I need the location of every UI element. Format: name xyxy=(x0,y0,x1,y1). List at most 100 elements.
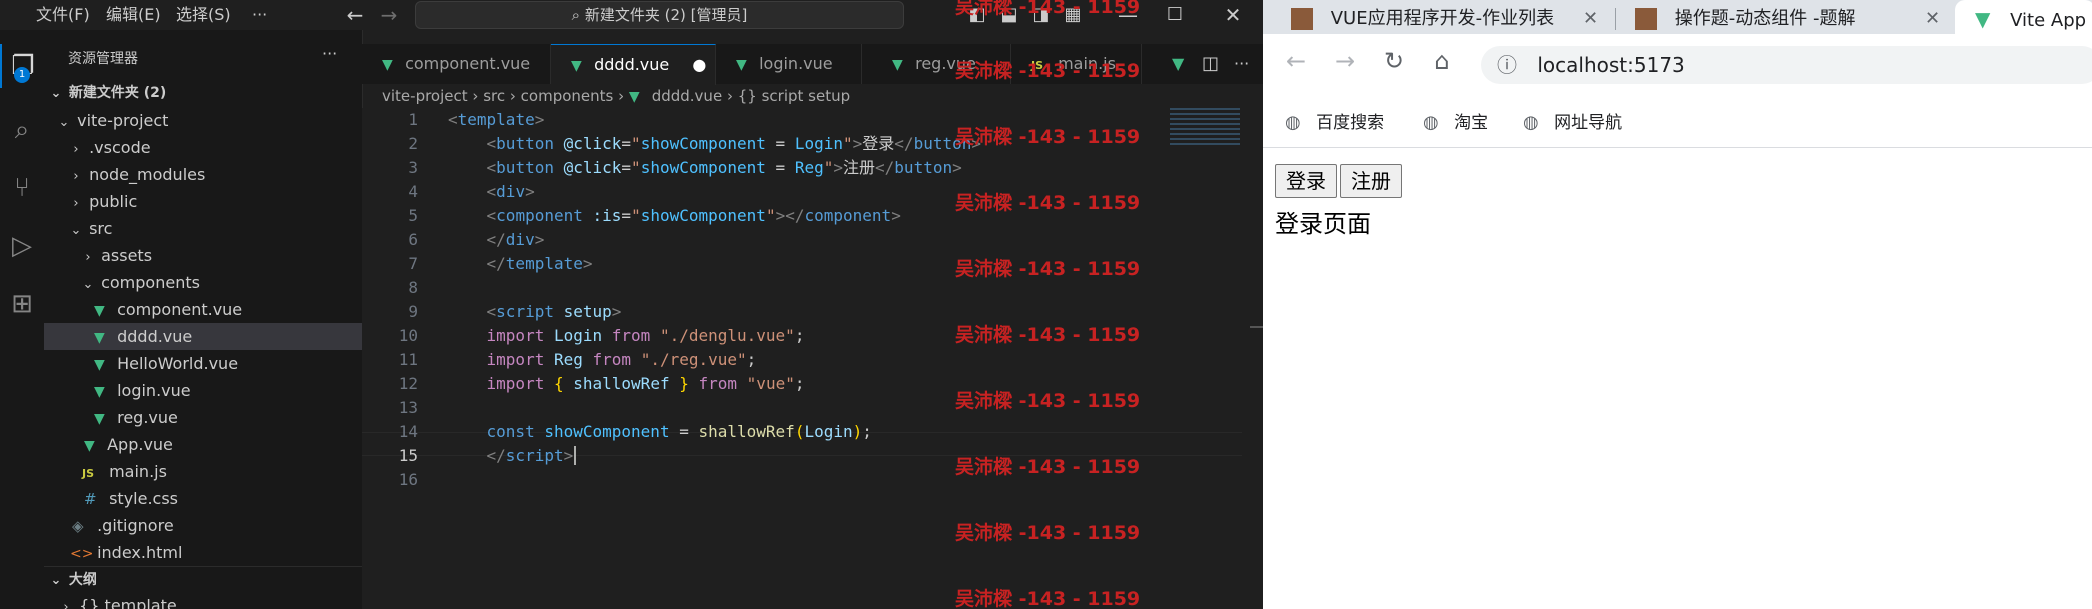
back-arrow-icon[interactable]: ← xyxy=(342,2,368,28)
globe-icon: ◍ xyxy=(1285,112,1301,133)
forward-arrow-icon[interactable]: → xyxy=(376,2,402,28)
vue-file-icon: ▼ xyxy=(892,57,903,73)
breadcrumb-item[interactable]: {} script setup xyxy=(738,87,850,105)
css-file-icon: # xyxy=(84,490,97,508)
breadcrumb-item[interactable]: dddd.vue xyxy=(652,87,722,105)
register-button[interactable]: 注册 xyxy=(1340,164,1402,198)
code-line: import Reg from "./reg.vue"; xyxy=(486,350,757,369)
tree-folder-components[interactable]: ⌄ components xyxy=(44,269,362,296)
code-line: import Login from "./denglu.vue"; xyxy=(486,326,805,345)
site-info-icon[interactable]: ⓘ xyxy=(1497,53,1517,77)
url-text: localhost:5173 xyxy=(1537,53,1685,77)
tree-file-index-html[interactable]: <> index.html xyxy=(44,539,362,566)
browser-tab-homework[interactable]: VUE应用程序开发-作业列表 xyxy=(1291,4,1554,34)
address-bar[interactable]: ⓘ localhost:5173 xyxy=(1481,46,2092,84)
tab-close-icon[interactable]: ✕ xyxy=(1925,4,1940,34)
explorer-more-button[interactable]: ··· xyxy=(322,44,337,63)
split-editor-icon[interactable]: ◫ xyxy=(1202,44,1232,84)
search-icon[interactable]: ⌕ xyxy=(0,108,44,152)
command-center-label: 新建文件夹 (2) [管理员] xyxy=(584,6,748,24)
line-number: 8 xyxy=(408,278,418,297)
watermark: 吴沛樑 -143 - 1159 xyxy=(955,60,1141,82)
menu-file[interactable]: 文件(F) xyxy=(36,4,90,26)
tab-login-vue[interactable]: ▼ login.vue xyxy=(716,44,862,84)
tree-folder-assets[interactable]: › assets xyxy=(44,242,362,269)
reload-icon[interactable]: ↻ xyxy=(1379,46,1409,76)
tree-file-helloworld-vue[interactable]: ▼ HelloWorld.vue xyxy=(44,350,362,377)
login-button[interactable]: 登录 xyxy=(1275,164,1337,198)
tree-file-main-js[interactable]: JS main.js xyxy=(44,458,362,485)
browser-tab-solution[interactable]: 操作题-动态组件 -题解 xyxy=(1635,4,1855,34)
line-number: 14 xyxy=(398,422,418,441)
tree-folder-vscode[interactable]: › .vscode xyxy=(44,134,362,161)
tab-component-vue[interactable]: ▼ component.vue xyxy=(362,44,551,84)
minimap[interactable] xyxy=(1170,108,1240,148)
explorer-sidebar: 资源管理器 ··· ⌄ 新建文件夹 (2) ⌄ vite-project › .… xyxy=(44,30,363,609)
command-center[interactable]: ⌕ 新建文件夹 (2) [管理员] xyxy=(415,1,904,29)
outline-section[interactable]: ⌄ 大纲 xyxy=(44,566,362,594)
back-arrow-icon[interactable]: ← xyxy=(1281,46,1311,76)
bookmark-taobao[interactable]: ◍ 淘宝 xyxy=(1423,110,1488,136)
chevron-down-icon: ⌄ xyxy=(70,223,82,238)
unsaved-dot-icon[interactable]: ● xyxy=(692,55,706,74)
vue-file-icon: ▼ xyxy=(628,89,640,105)
chevron-right-icon: › xyxy=(618,87,629,105)
tree-folder-public[interactable]: › public xyxy=(44,188,362,215)
tree-file-style-css[interactable]: # style.css xyxy=(44,485,362,512)
bookmark-baidu[interactable]: ◍ 百度搜索 xyxy=(1285,110,1384,136)
line-number: 7 xyxy=(408,254,418,273)
line-number: 9 xyxy=(408,302,418,321)
breadcrumb-item[interactable]: vite-project xyxy=(382,87,468,105)
chevron-right-icon: › xyxy=(73,142,79,157)
scrollbar[interactable] xyxy=(1250,326,1263,328)
tree-file-reg-vue[interactable]: ▼ reg.vue xyxy=(44,404,362,431)
extensions-icon[interactable]: ⊞ xyxy=(0,282,44,326)
open-preview-icon[interactable]: ▼ xyxy=(1172,44,1202,84)
tree-folder-src[interactable]: ⌄ src xyxy=(44,215,362,242)
forward-arrow-icon[interactable]: → xyxy=(1330,46,1360,76)
close-icon[interactable]: ✕ xyxy=(1220,2,1246,28)
code-line: <button @click="showComponent = Login">登… xyxy=(486,134,981,153)
tree-file-app-vue[interactable]: ▼ App.vue xyxy=(44,431,362,458)
vue-file-icon: ▼ xyxy=(94,330,105,346)
line-number: 6 xyxy=(408,230,418,249)
line-number: 1 xyxy=(408,110,418,129)
tree-folder-node-modules[interactable]: › node_modules xyxy=(44,161,362,188)
watermark: 吴沛樑 -143 - 1159 xyxy=(955,456,1141,478)
tree-file-dddd-vue[interactable]: ▼ dddd.vue xyxy=(44,323,362,350)
code-line: const showComponent = shallowRef(Login); xyxy=(486,422,872,441)
breadcrumb-item[interactable]: src xyxy=(483,87,505,105)
watermark: 吴沛樑 -143 - 1159 xyxy=(955,0,1141,18)
outline-item-template[interactable]: › {} template xyxy=(44,592,362,609)
tree-root[interactable]: ⌄ 新建文件夹 (2) xyxy=(44,80,362,107)
browser-window: VUE应用程序开发-作业列表 ✕ 操作题-动态组件 -题解 ✕ ▼ Vite A… xyxy=(1263,0,2092,609)
explorer-badge: 1 xyxy=(14,67,30,83)
tree-file-login-vue[interactable]: ▼ login.vue xyxy=(44,377,362,404)
line-number: 16 xyxy=(398,470,418,489)
watermark: 吴沛樑 -143 - 1159 xyxy=(955,588,1141,609)
tab-close-icon[interactable]: ✕ xyxy=(1583,4,1598,34)
maximize-icon[interactable]: ☐ xyxy=(1162,2,1188,28)
line-number: 10 xyxy=(398,326,418,345)
watermark: 吴沛樑 -143 - 1159 xyxy=(955,126,1141,148)
browser-tab-vite-app[interactable]: ▼ Vite App xyxy=(1975,4,2086,34)
source-control-icon[interactable]: ⑂ xyxy=(0,166,44,210)
vue-file-icon: ▼ xyxy=(94,303,105,319)
tab-dddd-vue[interactable]: ▼ dddd.vue ● xyxy=(551,44,716,85)
menu-edit[interactable]: 编辑(E) xyxy=(106,4,161,26)
tree-folder-vite-project[interactable]: ⌄ vite-project xyxy=(44,107,362,134)
vue-file-icon: ▼ xyxy=(94,357,105,373)
tree-file-component-vue[interactable]: ▼ component.vue xyxy=(44,296,362,323)
tree-file-gitignore[interactable]: ◈ .gitignore xyxy=(44,512,362,539)
toolbar-divider xyxy=(1263,147,2092,148)
line-number: 15 xyxy=(398,446,418,465)
home-icon[interactable]: ⌂ xyxy=(1427,46,1457,76)
breadcrumb-item[interactable]: components xyxy=(521,87,614,105)
menu-more[interactable]: ··· xyxy=(252,4,267,26)
more-actions-icon[interactable]: ··· xyxy=(1234,44,1262,84)
menu-selection[interactable]: 选择(S) xyxy=(176,4,231,26)
code-line: <div> xyxy=(486,182,535,201)
vscode-window: 文件(F) 编辑(E) 选择(S) ··· ← → ⌕ 新建文件夹 (2) [管… xyxy=(0,0,1263,609)
run-debug-icon[interactable]: ▷ xyxy=(0,224,44,268)
bookmark-nav[interactable]: ◍ 网址导航 xyxy=(1523,110,1622,136)
